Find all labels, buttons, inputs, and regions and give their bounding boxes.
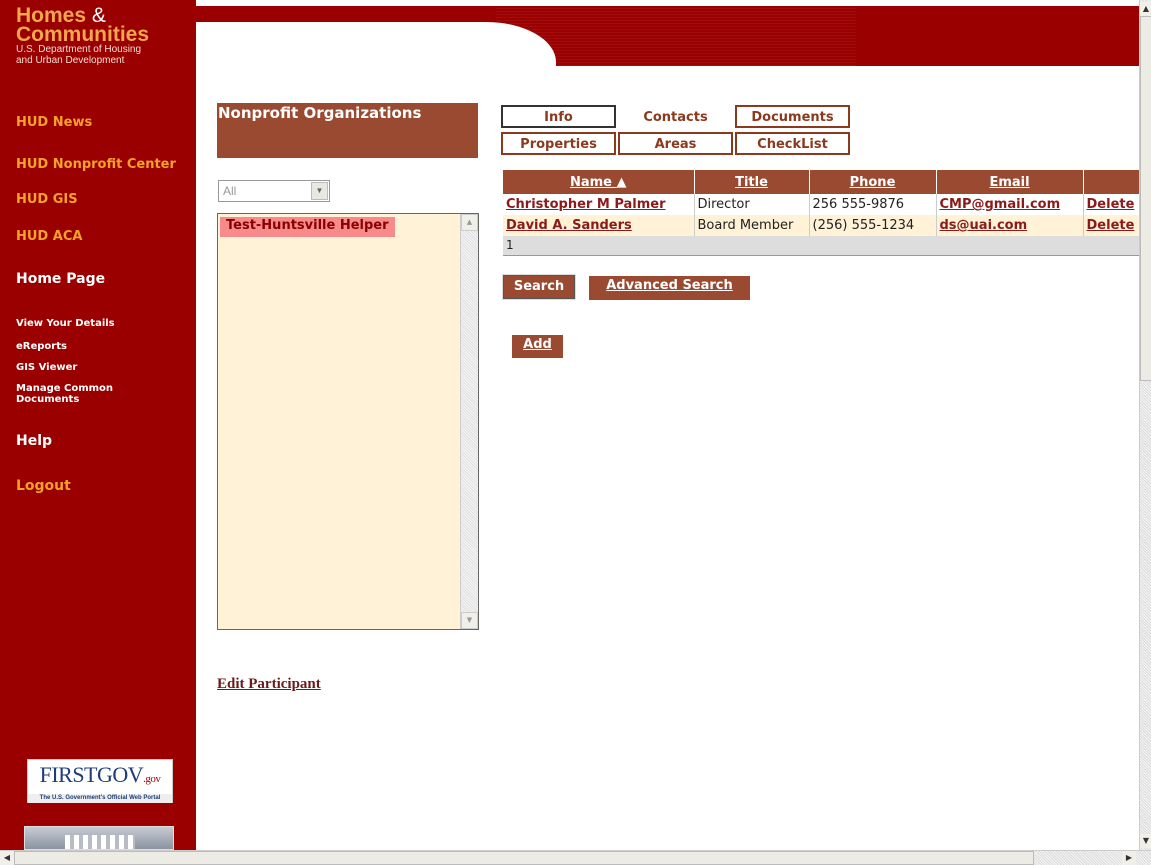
logo-line2: Communities [16,23,150,46]
sidebar-item-ereports[interactable]: eReports [16,341,67,352]
page: Homes & Communities U.S. Department of H… [0,0,1151,865]
filter-value: All [223,184,237,198]
column-header-name[interactable]: Name ▲ [503,170,695,194]
filter-select[interactable]: All ▼ [218,180,330,202]
sidebar-item-home-page[interactable]: Home Page [16,271,105,287]
logo-line4: and Urban Development [16,55,125,66]
sidebar-item-logout[interactable]: Logout [16,478,71,494]
sidebar-item-view-your-details[interactable]: View Your Details [16,318,115,329]
contact-email-link[interactable]: CMP@gmail.com [936,194,1084,215]
listbox-scrollbar[interactable]: ▲ ▼ [460,214,478,629]
sidebar-item-help[interactable]: Help [16,433,52,449]
tab-areas[interactable]: Areas [618,132,733,155]
column-header-phone[interactable]: Phone [809,170,937,194]
pager-row: 1 [503,236,1139,256]
firstgov-suffix: .gov [143,773,161,785]
table-row: Christopher M Palmer Director 256 555-98… [503,194,1139,215]
whitehouse-image[interactable] [24,826,174,850]
panel-title: Nonprofit Organizations [217,103,478,158]
tab-info[interactable]: Info [501,105,616,128]
horizontal-scrollbar[interactable]: ◀ ▶ [0,850,1151,865]
search-button[interactable]: Search [502,274,576,300]
delete-link[interactable]: Delete [1083,194,1139,215]
delete-link[interactable]: Delete [1083,215,1139,236]
sort-ascending-icon: ▲ [616,174,627,190]
contact-title: Board Member [694,215,810,236]
organization-listbox[interactable]: Test-Huntsville Helper ▲ ▼ [217,213,479,630]
sidebar-item-hud-gis[interactable]: HUD GIS [16,192,78,207]
header-banner [196,0,1139,66]
scrollbar-thumb[interactable] [14,851,1034,865]
contact-email-link[interactable]: ds@uai.com [936,215,1084,236]
contact-phone: (256) 555-1234 [809,215,937,236]
sidebar: Homes & Communities U.S. Department of H… [0,0,196,850]
sidebar-item-manage-common-documents[interactable]: Manage Common Documents [16,383,136,405]
table-row: David A. Sanders Board Member (256) 555-… [503,215,1139,236]
edit-participant-link[interactable]: Edit Participant [217,676,321,693]
pager-page-number[interactable]: 1 [503,236,1139,256]
contact-name-link[interactable]: Christopher M Palmer [503,194,695,215]
column-header-name-label: Name [569,174,612,190]
column-header-title[interactable]: Title [694,170,810,194]
column-header-action [1083,170,1139,194]
contact-name-link[interactable]: David A. Sanders [503,215,695,236]
list-item[interactable]: Test-Huntsville Helper [220,217,395,237]
contact-phone: 256 555-9876 [809,194,937,215]
scroll-right-icon[interactable]: ▶ [1122,851,1136,865]
logo-line3: U.S. Department of Housing [16,44,142,55]
firstgov-main: FIRSTGOV [39,762,144,787]
column-header-email[interactable]: Email [936,170,1084,194]
tab-properties[interactable]: Properties [501,132,616,155]
scroll-up-icon[interactable]: ▲ [461,214,478,231]
scroll-left-icon[interactable]: ◀ [0,851,14,865]
hud-logo[interactable]: Homes & Communities U.S. Department of H… [16,5,150,66]
firstgov-tagline: The U.S. Government's Official Web Porta… [28,794,172,803]
tab-checklist[interactable]: CheckList [735,132,850,155]
vertical-scrollbar[interactable]: ▲ ▼ [1139,0,1151,850]
sidebar-item-gis-viewer[interactable]: GIS Viewer [16,362,77,373]
scrollbar-thumb[interactable] [1140,16,1151,381]
scroll-up-icon[interactable]: ▲ [1140,2,1151,16]
contact-title: Director [694,194,810,215]
scroll-down-icon[interactable]: ▼ [461,612,478,629]
scroll-down-icon[interactable]: ▼ [1140,834,1151,848]
chevron-down-icon[interactable]: ▼ [311,182,328,200]
add-button[interactable]: Add [512,335,563,358]
tab-contacts[interactable]: Contacts [618,105,733,128]
contacts-grid: Name ▲ Title Phone Email Christopher M P… [503,170,1139,258]
sidebar-item-hud-news[interactable]: HUD News [16,115,92,130]
tab-documents[interactable]: Documents [735,105,850,128]
firstgov-logo[interactable]: FIRSTGOV.gov The U.S. Government's Offic… [27,759,173,803]
advanced-search-button[interactable]: Advanced Search [589,276,750,300]
sidebar-item-hud-aca[interactable]: HUD ACA [16,229,82,244]
sidebar-item-hud-nonprofit-center[interactable]: HUD Nonprofit Center [16,157,176,172]
